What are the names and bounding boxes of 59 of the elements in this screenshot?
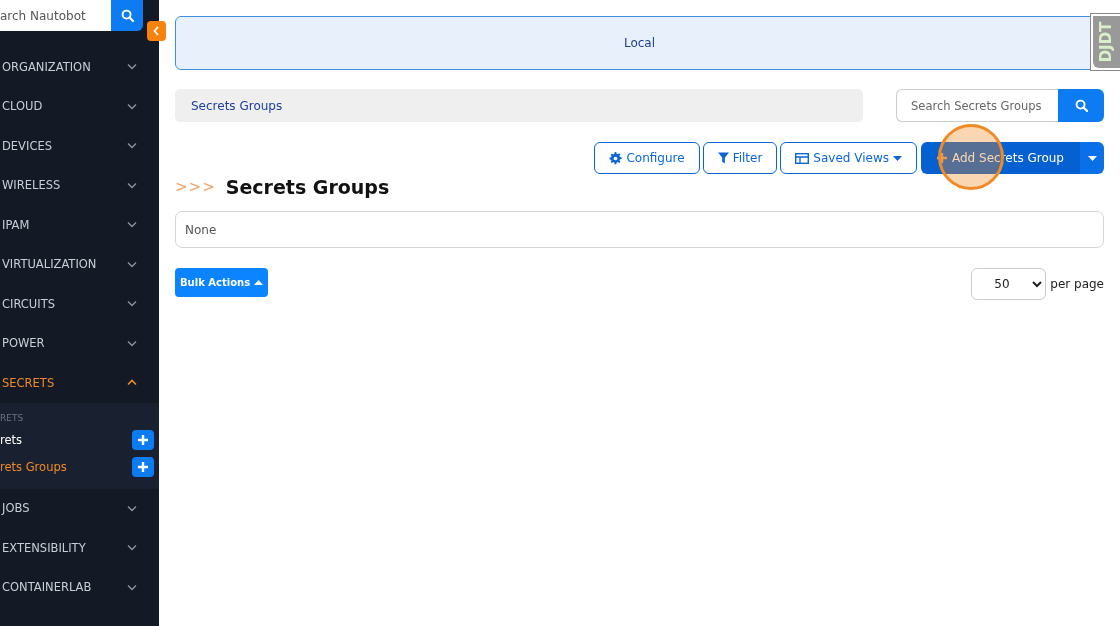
plus-icon — [137, 434, 149, 446]
nav-menu-item[interactable]: WIRELESS — [0, 165, 159, 205]
search-button[interactable] — [111, 0, 143, 31]
nav-menu-item[interactable]: JOBS — [0, 488, 159, 528]
chevron-down-icon — [127, 300, 137, 308]
filter-summary-text: None — [185, 222, 217, 237]
chevron-down-icon — [127, 221, 137, 229]
chevron-down-icon — [127, 544, 137, 552]
chevron-down-icon — [127, 63, 137, 71]
chevron-down-icon — [127, 339, 137, 347]
search-icon — [1074, 99, 1088, 112]
filter-button[interactable]: Filter — [702, 142, 778, 174]
search-field[interactable]: Search Secrets Groups — [896, 89, 1058, 122]
chevron-down-icon — [127, 142, 137, 150]
chevron-left-icon — [153, 26, 160, 36]
add-button[interactable] — [132, 457, 154, 477]
search-button[interactable] — [1058, 89, 1104, 122]
nav-menu-item[interactable]: CONTAINERLAB — [0, 567, 159, 607]
chevron-down-icon — [127, 181, 137, 189]
caret-down-icon — [1087, 155, 1097, 161]
caret-up-icon — [254, 280, 264, 285]
caret-down-icon — [893, 155, 902, 161]
plus-icon — [137, 461, 149, 473]
nav-submenu-link[interactable]: rets — [0, 433, 23, 447]
plus-icon — [937, 153, 947, 163]
chevron-down-icon — [127, 102, 137, 110]
chevron-down-icon — [127, 504, 137, 512]
menu-group-header: RETS — [0, 411, 25, 425]
banner-text: Local — [623, 36, 656, 50]
nav-menu-item[interactable]: POWER — [0, 323, 159, 363]
per-page-label: per page — [1050, 277, 1104, 291]
nav-menu-item[interactable]: IPAM — [0, 205, 159, 245]
dropdown-button[interactable] — [1080, 142, 1104, 174]
search-field[interactable]: arch Nautobot — [0, 0, 111, 31]
configure-button[interactable]: Configure — [594, 142, 700, 174]
chevron-down-icon — [127, 260, 137, 268]
page-title: Secrets Groups — [225, 176, 390, 198]
nav-menu-item[interactable]: DEVICES — [0, 126, 159, 166]
sidebar-toggle-button[interactable] — [147, 21, 166, 41]
bulk-actions-button[interactable]: Bulk Actions — [175, 268, 269, 297]
title-prefix: >>> — [175, 178, 216, 196]
nav-menu-item[interactable]: CLOUD — [0, 86, 159, 126]
per-page-select[interactable]: 50 — [971, 268, 1047, 300]
nav-menu-item[interactable]: SECRETS — [0, 363, 159, 403]
saved-views-button[interactable]: Saved Views — [780, 142, 917, 174]
nav-menu-item[interactable]: EXTENSIBILITY — [0, 528, 159, 568]
search-icon — [120, 9, 134, 22]
nav-menu-item[interactable]: CIRCUITS — [0, 284, 159, 324]
nav-menu-item[interactable]: VIRTUALIZATION — [0, 244, 159, 284]
chevron-down-icon — [127, 583, 137, 591]
chevron-up-icon — [127, 379, 137, 387]
gear-icon — [609, 151, 623, 165]
table-icon — [795, 152, 810, 164]
add-button[interactable] — [132, 430, 154, 450]
breadcrumb-link[interactable]: Secrets Groups — [191, 98, 283, 113]
funnel-icon — [717, 152, 729, 164]
nav-submenu-link[interactable]: rets Groups — [0, 460, 67, 474]
debug-toolbar-label: DJDT — [1097, 21, 1116, 63]
nav-menu-item[interactable]: ORGANIZATION — [0, 47, 159, 87]
